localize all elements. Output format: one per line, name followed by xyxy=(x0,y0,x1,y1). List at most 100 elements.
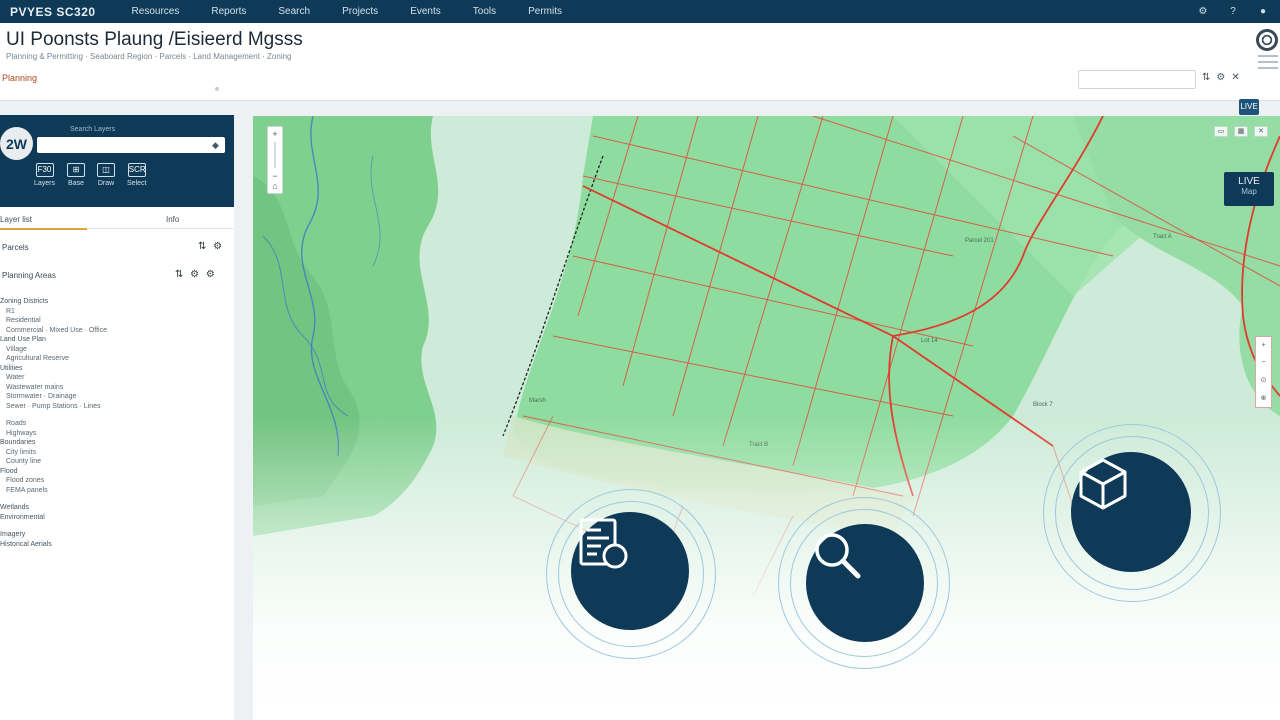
nav-link-permits[interactable]: Permits xyxy=(514,3,576,20)
tree-item[interactable]: Flood zones xyxy=(0,476,234,486)
sort-icon[interactable]: ⇅ xyxy=(1202,72,1210,83)
tree-item[interactable]: Water xyxy=(0,373,234,383)
nav-link-events[interactable]: Events xyxy=(396,3,455,20)
nav-link-search[interactable]: Search xyxy=(264,3,324,20)
header-tools: ⇅ ⚙ ✕ xyxy=(1202,72,1240,83)
tree-item[interactable]: Sewer · Pump Stations · Lines xyxy=(0,402,234,412)
basemap-icon: ⊞ xyxy=(67,163,86,177)
tree-gap xyxy=(0,522,234,530)
map-legend-button[interactable]: LIVE Map xyxy=(1224,172,1274,206)
layer-search-input[interactable] xyxy=(37,137,225,153)
document-search-button[interactable] xyxy=(571,512,689,630)
select-icon: SCR xyxy=(127,163,146,177)
sidebar-panel-title: Search Layers xyxy=(70,126,116,133)
header-search-input[interactable] xyxy=(1078,70,1196,89)
page-title: UI Poonsts Plaung /Eisieerd Mgsss xyxy=(6,29,303,50)
tree-item[interactable]: Historical Aerials xyxy=(0,540,234,550)
tree-item[interactable]: R1 xyxy=(0,307,234,317)
tree-item[interactable]: Agricultural Reserve xyxy=(0,354,234,364)
layer-sidebar: 2W Search Layers ◆ F30 Layers ⊞ Base ◫ D… xyxy=(0,115,234,720)
map-label: Marsh xyxy=(529,398,546,404)
tree-item[interactable]: Residential xyxy=(0,316,234,326)
map-label: Block 7 xyxy=(1033,402,1053,408)
tree-item[interactable]: Roads xyxy=(0,419,234,429)
tool-label: Select xyxy=(127,180,147,187)
tool-layers[interactable]: F30 Layers xyxy=(34,163,55,187)
map-graphics xyxy=(253,116,1280,720)
zoom-out-icon[interactable]: − xyxy=(1261,359,1265,366)
sidebar-tools: F30 Layers ⊞ Base ◫ Draw SCR Select xyxy=(34,163,146,187)
tree-item[interactable]: Highways xyxy=(0,429,234,439)
map-label: Lot 14 xyxy=(921,338,938,344)
tool-select[interactable]: SCR Select xyxy=(127,163,146,187)
top-nav-bar: PVYES SC320 Resources Reports Search Pro… xyxy=(0,0,1280,23)
tool-label: Base xyxy=(68,180,84,187)
avatar[interactable]: 2W xyxy=(0,127,33,160)
cube-icon xyxy=(1079,458,1127,510)
crosshair-icon[interactable]: ⊕ xyxy=(1261,394,1267,402)
tree-item[interactable]: Land Use Plan xyxy=(0,335,234,345)
tree-item[interactable]: County line xyxy=(0,457,234,467)
3d-layers-button[interactable] xyxy=(1071,452,1191,572)
tree-item[interactable]: Wetlands xyxy=(0,503,234,513)
nav-link-tools[interactable]: Tools xyxy=(459,3,510,20)
tree-item[interactable]: Utilities xyxy=(0,364,234,374)
tree-item[interactable]: Flood xyxy=(0,467,234,477)
user-badge[interactable]: LIVE xyxy=(1239,99,1259,115)
layer-row-controls[interactable]: ⇅ ⚙ xyxy=(198,241,224,252)
close-icon[interactable]: ✕ xyxy=(1231,72,1239,83)
map-side-controls: + − ⊙ ⊕ xyxy=(1255,336,1272,408)
search-button[interactable] xyxy=(806,524,924,642)
settings-icon[interactable]: ⚙ xyxy=(1216,72,1225,83)
nav-links: Resources Reports Search Projects Events… xyxy=(118,3,576,20)
tree-item[interactable]: Environmental xyxy=(0,513,234,523)
map-label: Tract B xyxy=(749,442,769,448)
nav-right-icons: ⚙ ? ● xyxy=(1196,6,1270,17)
fullscreen-icon[interactable]: ▭ xyxy=(1214,126,1228,137)
chevron-down-icon[interactable]: ◆ xyxy=(212,140,219,151)
tree-gap xyxy=(0,411,234,419)
map-canvas[interactable]: Parcel 201 Tract A Lot 14 Block 7 Tract … xyxy=(253,116,1280,720)
app-brand[interactable]: PVYES SC320 xyxy=(10,5,96,19)
grid-icon[interactable]: ▦ xyxy=(1234,126,1248,137)
zoom-in-button[interactable]: + xyxy=(272,129,277,139)
tool-label: Draw xyxy=(97,180,115,187)
tree-item[interactable]: Village xyxy=(0,345,234,355)
tree-item[interactable]: Commercial · Mixed Use · Office xyxy=(0,326,234,336)
tree-item[interactable]: Boundaries xyxy=(0,438,234,448)
help-icon[interactable]: ? xyxy=(1226,6,1240,17)
tab-info[interactable]: Info xyxy=(166,215,179,224)
tool-base[interactable]: ⊞ Base xyxy=(67,163,86,187)
locate-icon[interactable]: ⊙ xyxy=(1261,376,1267,384)
layer-row-controls[interactable]: ⇅ ⚙ ⚙ xyxy=(175,269,217,280)
home-icon[interactable]: ⌂ xyxy=(272,181,277,191)
zoom-slider[interactable] xyxy=(274,142,276,168)
user-icon[interactable]: ● xyxy=(1256,6,1270,17)
zoom-out-button[interactable]: − xyxy=(272,171,277,181)
tab-layer-list[interactable]: Layer list xyxy=(0,215,87,230)
close-icon[interactable]: ✕ xyxy=(1254,126,1268,137)
org-logo-text xyxy=(1258,55,1278,73)
gear-icon[interactable]: ⚙ xyxy=(1196,6,1210,17)
nav-link-reports[interactable]: Reports xyxy=(197,3,260,20)
tree-item[interactable]: City limits xyxy=(0,448,234,458)
sidebar-tabs: Layer list Info xyxy=(0,213,234,230)
tree-item[interactable]: Zoning Districts xyxy=(0,297,234,307)
layer-row-planning-areas[interactable]: Planning Areas xyxy=(2,271,56,280)
tool-draw[interactable]: ◫ Draw xyxy=(97,163,116,187)
layers-icon: F30 xyxy=(35,163,54,177)
layer-row-parcels[interactable]: Parcels xyxy=(2,243,29,252)
page-subtitle: Planning & Permitting · Seaboard Region … xyxy=(6,52,292,61)
document-search-icon xyxy=(579,518,628,569)
nav-link-resources[interactable]: Resources xyxy=(118,3,194,20)
org-seal-icon xyxy=(1256,29,1278,51)
tree-item[interactable]: Wastewater mains xyxy=(0,383,234,393)
tree-item[interactable]: Imagery xyxy=(0,530,234,540)
tree-item[interactable]: FEMA panels xyxy=(0,486,234,496)
zoom-in-icon[interactable]: + xyxy=(1261,342,1265,349)
page-header: UI Poonsts Plaung /Eisieerd Mgsss Planni… xyxy=(0,23,1280,115)
sidebar-header: 2W Search Layers ◆ F30 Layers ⊞ Base ◫ D… xyxy=(0,115,234,207)
breadcrumb[interactable]: Planning xyxy=(2,73,37,83)
nav-link-projects[interactable]: Projects xyxy=(328,3,392,20)
tree-item[interactable]: Stormwater · Drainage xyxy=(0,392,234,402)
